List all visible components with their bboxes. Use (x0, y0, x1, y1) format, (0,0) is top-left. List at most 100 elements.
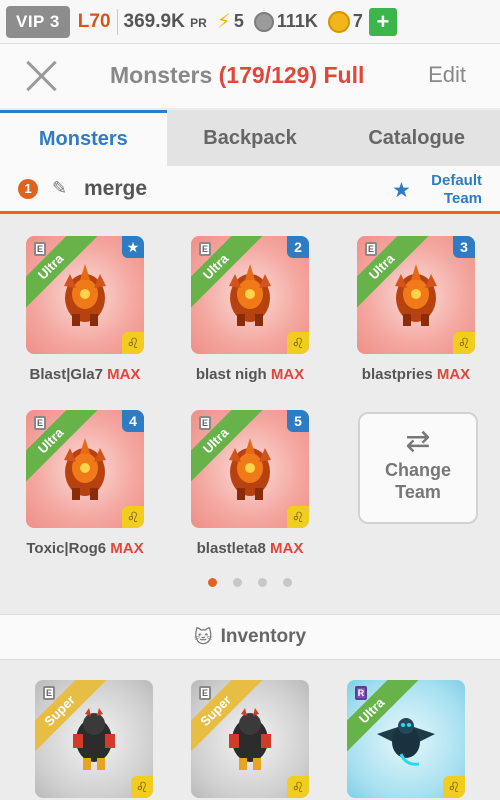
power-value: 369.9K (123, 10, 185, 32)
fire-monster-art (395, 264, 437, 326)
change-team-button[interactable]: ⇄ Change Team (358, 412, 478, 524)
page-dot[interactable] (233, 578, 242, 587)
monster-name: blastleta8 MAX (190, 540, 310, 557)
element-icon: E (199, 242, 211, 256)
element-icon: E (199, 686, 211, 700)
monster-card[interactable]: Super E ♌ (191, 680, 309, 798)
fire-monster-art (229, 264, 271, 326)
monster-card[interactable]: Ultra E ★ ♌ (26, 236, 144, 354)
monster-card[interactable]: Ultra E 4 ♌ (26, 410, 144, 528)
inventory-header[interactable]: 🐱︎ Inventory (0, 614, 500, 660)
max-label: MAX (436, 366, 471, 383)
add-gold-button[interactable]: + (368, 7, 397, 36)
vip-badge[interactable]: VIP 3 (6, 5, 70, 38)
monster-name-text: blastleta8 (196, 540, 266, 557)
silver-coin-icon (253, 11, 274, 32)
zodiac-icon: ♌ (453, 332, 475, 354)
player-level: L70 (77, 10, 111, 32)
slot-badge: 2 (287, 236, 309, 258)
title-text: Monsters (110, 62, 213, 88)
star-icon[interactable]: ★ (392, 178, 411, 203)
monster-name: Blast|Gla7 MAX (25, 366, 145, 383)
monster-name-text: blast nigh (195, 366, 267, 383)
monster-name-text: Blast|Gla7 (29, 366, 103, 383)
tab-backpack[interactable]: Backpack (167, 110, 334, 166)
zodiac-icon: ♌ (122, 332, 144, 354)
tab-bar: Monsters Backpack Catalogue (0, 110, 500, 166)
page-title: Monsters (179/129) Full (110, 62, 364, 89)
monster-card[interactable]: Ultra E 2 ♌ (191, 236, 309, 354)
beast-monster-art (73, 708, 115, 770)
team-grid: Ultra E ★ ♌ Blast|Gla7 MAX Ultra E 2 ♌ b… (0, 214, 500, 614)
inventory-item[interactable]: Ultra R ♌ (346, 680, 466, 798)
element-icon: R (355, 686, 367, 700)
lightning-icon: ⚡ (216, 11, 231, 33)
zodiac-icon: ♌ (122, 506, 144, 528)
team-name[interactable]: merge (84, 177, 147, 201)
default-line1: Default (431, 172, 482, 189)
inventory-item[interactable]: Super E ♌ (190, 680, 310, 798)
zodiac-icon: ♌ (287, 776, 309, 798)
zodiac-icon: ♌ (287, 506, 309, 528)
inventory-list: Super E ♌ Super E ♌ Ultra R ♌ (0, 660, 500, 800)
power-unit: PR (190, 15, 207, 30)
change-team-line1: Change (384, 460, 451, 480)
monster-slot-3[interactable]: Ultra E 3 ♌ blastpries MAX (356, 236, 476, 383)
gold-stat[interactable]: 7 (327, 10, 363, 33)
default-team-label[interactable]: Default Team (431, 172, 482, 208)
gold-coin-icon (327, 10, 350, 33)
max-label: MAX (270, 366, 305, 383)
page-dot[interactable] (208, 578, 217, 587)
inventory-title: Inventory (220, 626, 307, 647)
edit-button[interactable]: Edit (428, 62, 466, 88)
gold-value: 7 (352, 11, 363, 31)
fire-monster-art (64, 264, 106, 326)
team-row: 1 ✎ merge ★ Default Team (0, 166, 500, 214)
team-number-badge[interactable]: 1 (18, 179, 38, 199)
monster-card[interactable]: Super E ♌ (35, 680, 153, 798)
monster-name: blastpries MAX (356, 366, 476, 383)
zodiac-icon: ♌ (287, 332, 309, 354)
slot-badge: ★ (122, 236, 144, 258)
element-icon: E (199, 416, 211, 430)
element-icon: E (34, 242, 46, 256)
page-dot[interactable] (283, 578, 292, 587)
monster-name-text: Toxic|Rog6 (26, 540, 107, 557)
monster-card[interactable]: Ultra E 3 ♌ (357, 236, 475, 354)
slot-badge: 5 (287, 410, 309, 432)
monster-name: Toxic|Rog6 MAX (25, 540, 145, 557)
tab-catalogue[interactable]: Catalogue (333, 110, 500, 166)
page-header: Monsters (179/129) Full Edit (0, 44, 500, 108)
zodiac-icon: ♌ (443, 776, 465, 798)
inventory-item[interactable]: Super E ♌ (34, 680, 154, 798)
fire-monster-art (229, 438, 271, 500)
monster-name: blast nigh MAX (190, 366, 310, 383)
default-line2: Team (443, 190, 482, 207)
dragon-monster-art (377, 718, 435, 766)
element-icon: E (43, 686, 55, 700)
element-icon: E (365, 242, 377, 256)
monster-slot-1[interactable]: Ultra E ★ ♌ Blast|Gla7 MAX (25, 236, 145, 383)
monster-slot-5[interactable]: Ultra E 5 ♌ blastleta8 MAX (190, 410, 310, 557)
zodiac-icon: ♌ (131, 776, 153, 798)
slot-badge: 4 (122, 410, 144, 432)
monster-face-icon: 🐱︎ (193, 626, 213, 647)
close-icon[interactable] (24, 58, 60, 94)
fire-monster-art (64, 438, 106, 500)
swap-arrows-icon: ⇄ (405, 425, 431, 458)
max-label: MAX (107, 366, 141, 383)
silver-stat[interactable]: 111K (253, 11, 318, 32)
tab-monsters[interactable]: Monsters (0, 110, 167, 166)
monster-slot-2[interactable]: Ultra E 2 ♌ blast nigh MAX (190, 236, 310, 383)
energy-stat[interactable]: ⚡ 5 (217, 9, 244, 34)
monster-card[interactable]: Ultra R ♌ (347, 680, 465, 798)
pencil-icon[interactable]: ✎ (52, 178, 67, 199)
divider (116, 8, 118, 35)
page-dot[interactable] (258, 578, 267, 587)
monster-card[interactable]: Ultra E 5 ♌ (191, 410, 309, 528)
page-indicator (0, 578, 500, 587)
monster-slot-4[interactable]: Ultra E 4 ♌ Toxic|Rog6 MAX (25, 410, 145, 557)
monster-name-text: blastpries (361, 366, 433, 383)
monster-count: (179/129) Full (218, 62, 365, 88)
element-icon: E (34, 416, 46, 430)
